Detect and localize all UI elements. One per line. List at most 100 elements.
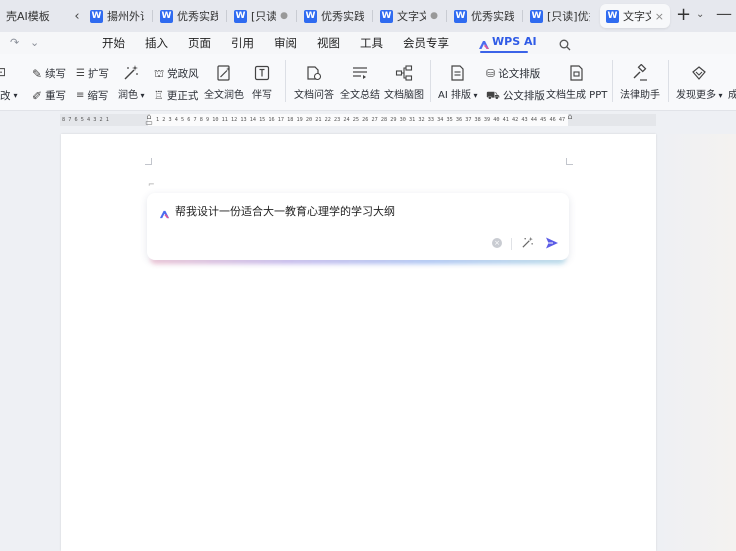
ribbon-label: 扩写 (87, 68, 109, 80)
ribbon-label: 伴写 (252, 90, 272, 101)
ribbon-label: 重写 (45, 90, 67, 102)
word-doc-icon: W (380, 9, 393, 23)
official-layout-button[interactable]: ⛟ 公文排版 (486, 88, 545, 103)
tab-document-5[interactable]: W 文字文 ● (374, 4, 444, 28)
ribbon-toolbar: ⊡ 改 ▾ ✎ 续写 ✐ 重写 ☰ 扩写 ≡ 缩写 润色 ▾ ⛫ 党政风 ♖ 更正… (0, 54, 736, 111)
tab-document-active[interactable]: W 文字文 × (600, 4, 670, 28)
ribbon-label: 成 (728, 90, 736, 101)
ribbon-label: 改 (0, 90, 11, 102)
ribbon-separator (430, 60, 431, 102)
menu-member[interactable]: 会员专享 (403, 35, 449, 51)
menu-wps-ai[interactable]: WPS AI (492, 35, 537, 48)
chevron-down-icon[interactable]: ⌄ (30, 36, 39, 49)
ribbon-label: 全文总结 (340, 90, 380, 101)
summary-icon (351, 62, 369, 84)
tab-document-3[interactable]: W [只读] ● (228, 4, 294, 28)
law-assistant-button[interactable]: 法律助手 (620, 62, 660, 101)
law-hammer-icon (631, 62, 649, 84)
menu-references[interactable]: 引用 (231, 35, 254, 51)
new-tab-button[interactable]: + (676, 4, 691, 25)
doc-to-ppt-icon (568, 62, 586, 84)
tab-document-6[interactable]: W 优秀实践 (448, 4, 520, 28)
minimize-icon[interactable]: — (716, 4, 732, 23)
menu-home[interactable]: 开始 (102, 35, 125, 51)
tab-label: 优秀实践 (471, 10, 514, 23)
tab-document-7[interactable]: W [只读]优秀 (524, 4, 596, 28)
ribbon-label: 缩写 (87, 90, 109, 102)
shrink-write-button[interactable]: ≡ 缩写 (76, 88, 108, 103)
discover-icon (690, 62, 708, 84)
tab-document-4[interactable]: W 优秀实践 (298, 4, 370, 28)
doc-qa-icon (305, 62, 323, 84)
ribbon-cutoff-top[interactable]: ⊡ (0, 66, 6, 78)
shrink-lines-icon: ≡ (76, 89, 85, 101)
discover-more-button[interactable]: 发现更多 ▾ (676, 62, 723, 101)
active-tab-indicator (480, 51, 528, 53)
menu-insert[interactable]: 插入 (145, 35, 168, 51)
rewrite-icon: ✐ (32, 88, 43, 103)
ribbon-separator (668, 60, 669, 102)
send-icon[interactable] (545, 235, 559, 254)
redo-icon[interactable]: ↷ (10, 36, 19, 49)
tab-label: [只读] (251, 10, 277, 23)
chevron-down-icon[interactable]: ⌄ (696, 9, 704, 20)
menu-review[interactable]: 审阅 (274, 35, 297, 51)
workspace-background (656, 134, 736, 551)
clear-icon[interactable]: × (492, 238, 502, 248)
menu-page[interactable]: 页面 (188, 35, 211, 51)
search-icon[interactable] (559, 36, 571, 55)
ribbon-label: AI 排版 ▾ (438, 90, 478, 101)
ribbon-label: 润色 ▾ (118, 90, 145, 101)
full-polish-button[interactable]: 全文润色 (204, 62, 244, 101)
ai-layout-icon (449, 62, 467, 84)
indent-marker[interactable]: ⌂ ▭ (145, 113, 153, 127)
ribbon-label: 文档生成 PPT (546, 90, 608, 101)
menu-bar: ↷ ⌄ 开始 插入 页面 引用 审阅 视图 工具 会员专享 WPS AI (0, 32, 736, 54)
mindmap-button[interactable]: 文档脑图 (384, 62, 424, 101)
rewrite-icon: ⊡ (0, 65, 7, 79)
formal-icon: ♖ (154, 89, 164, 102)
menu-view[interactable]: 视图 (317, 35, 340, 51)
title-tab-bar: 壳AI模板 ‹ W 揚州外语 W 优秀实践 W [只读] ● W 优秀实践 W … (0, 0, 736, 32)
tab-scroll-back-button[interactable]: ‹ (70, 8, 84, 24)
doc-qa-button[interactable]: 文档问答 (294, 62, 334, 101)
party-style-button[interactable]: ⛫ 党政风 (154, 66, 199, 81)
close-tab-icon[interactable]: × (655, 10, 664, 23)
magic-wand-icon (122, 62, 140, 84)
tab-label: 优秀实践 (321, 10, 364, 23)
tab-separator (446, 10, 447, 22)
ribbon-label: 续写 (45, 68, 67, 80)
word-doc-icon: W (304, 9, 317, 23)
ribbon-label: 法律助手 (620, 90, 660, 101)
ruler-left-numbers: 8 7 6 5 4 3 2 1 (62, 117, 109, 123)
ai-layout-button[interactable]: AI 排版 ▾ (438, 62, 478, 101)
prompt-input[interactable]: 帮我设计一份适合大一教育心理学的学习大纲 (175, 203, 395, 219)
party-style-icon: ⛫ (154, 67, 165, 80)
ai-prompt-box[interactable]: 帮我设计一份适合大一教育心理学的学习大纲 × (147, 193, 569, 260)
rewrite-button[interactable]: ✐ 重写 (32, 88, 66, 103)
tab-document-2[interactable]: W 优秀实践 (154, 4, 224, 28)
continue-write-button[interactable]: ✎ 续写 (32, 66, 66, 81)
magic-wand-icon[interactable] (521, 236, 534, 252)
more-formal-button[interactable]: ♖ 更正式 (154, 88, 198, 103)
ribbon-cutoff-bottom[interactable]: 改 ▾ (0, 88, 18, 103)
summary-button[interactable]: 全文总结 (340, 62, 380, 101)
word-doc-icon: W (234, 9, 247, 23)
tab-document-1[interactable]: W 揚州外语 (84, 4, 150, 28)
menu-tools[interactable]: 工具 (360, 35, 383, 51)
tab-template[interactable]: 壳AI模板 (0, 4, 66, 28)
word-doc-icon: W (530, 9, 543, 23)
word-doc-icon: W (90, 9, 103, 23)
doc-to-ppt-button[interactable]: 文档生成 PPT (546, 62, 607, 101)
unsaved-dot-icon: ● (280, 11, 288, 21)
polish-dropdown-button[interactable]: 润色 ▾ (118, 62, 145, 101)
ribbon-cutoff-right[interactable]: 成 (728, 62, 736, 101)
mindmap-icon (395, 62, 413, 84)
tab-separator (522, 10, 523, 22)
expand-write-button[interactable]: ☰ 扩写 (76, 66, 109, 81)
ribbon-label: 更正式 (166, 90, 199, 102)
ribbon-separator (612, 60, 613, 102)
companion-write-button[interactable]: 伴写 (252, 62, 272, 101)
paper-layout-button[interactable]: ⛁ 论文排版 (486, 66, 540, 81)
right-indent-marker[interactable]: ⌂ (566, 113, 574, 126)
